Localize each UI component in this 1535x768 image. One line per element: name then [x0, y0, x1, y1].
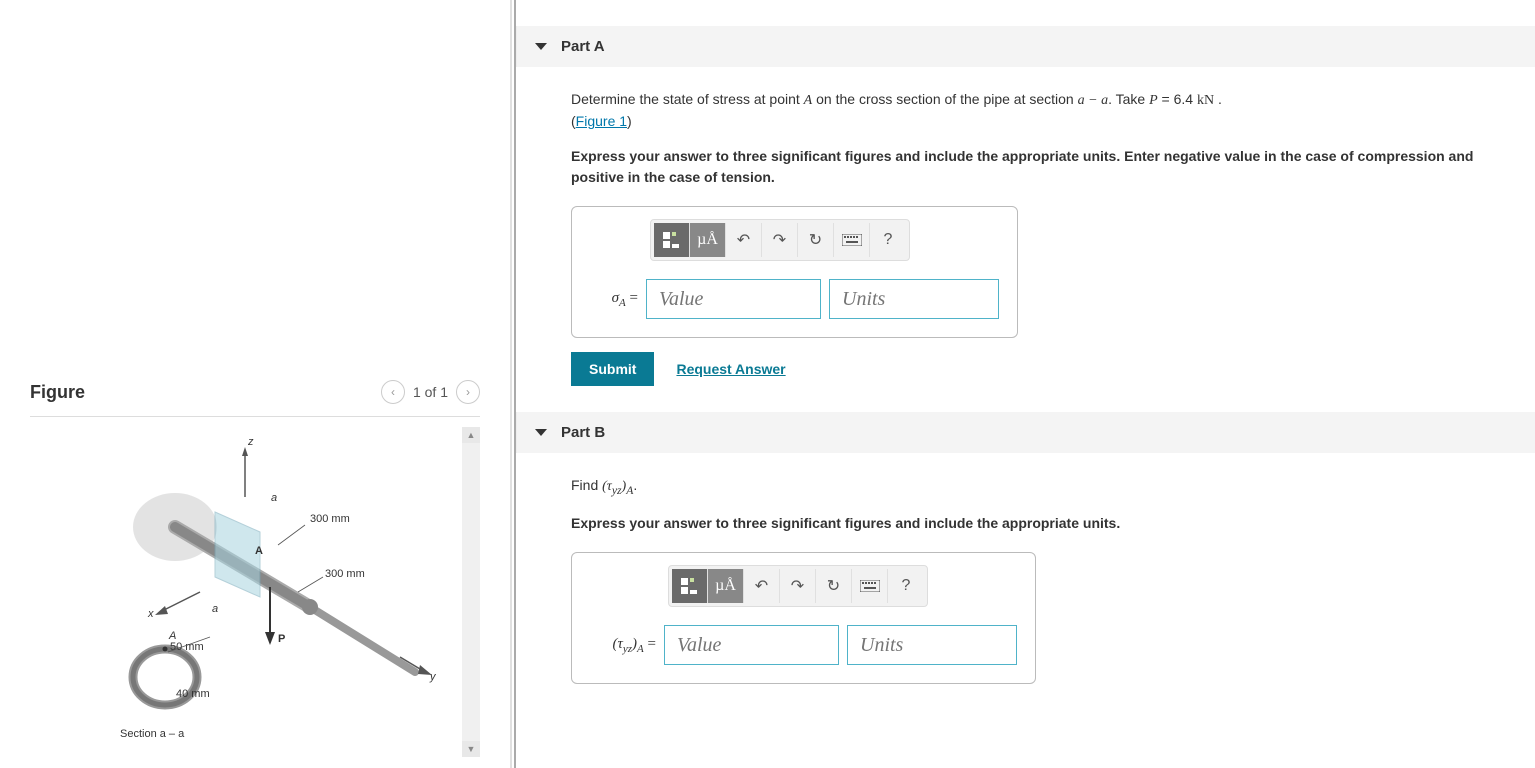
part-a-prompt: Determine the state of stress at point A… [571, 89, 1521, 132]
template-button[interactable] [654, 223, 690, 257]
svg-text:a: a [212, 603, 218, 615]
part-a-header[interactable]: Part A [516, 26, 1535, 67]
figure-diagram: z x y a a A P 300 mm 300 mm 50 mm 40 mm … [30, 427, 462, 757]
units-button[interactable]: µÅ [690, 223, 726, 257]
units-button[interactable]: µÅ [708, 569, 744, 603]
part-b-units-input[interactable] [847, 625, 1017, 665]
svg-text:a: a [271, 492, 277, 504]
svg-text:z: z [247, 437, 254, 448]
undo-button[interactable]: ↶ [744, 569, 780, 603]
help-button[interactable]: ? [888, 569, 924, 603]
svg-text:x: x [147, 608, 154, 620]
figure-panel: Figure ‹ 1 of 1 › ▲ ▼ [0, 0, 510, 768]
figure-nav-label: 1 of 1 [413, 384, 448, 400]
part-b-value-input[interactable] [664, 625, 839, 665]
question-panel: Part A Determine the state of stress at … [516, 0, 1535, 768]
part-a-answer-box: µÅ ↶ ↷ ↻ ? σA = [571, 206, 1018, 338]
part-a-title: Part A [561, 38, 605, 55]
figure-prev-button[interactable]: ‹ [381, 380, 405, 404]
part-b-prompt: Find (τyz)A. [571, 475, 1521, 499]
help-button[interactable]: ? [870, 223, 906, 257]
svg-text:300 mm: 300 mm [325, 568, 365, 580]
svg-text:Section a – a: Section a – a [120, 728, 185, 740]
part-b-answer-box: µÅ ↶ ↷ ↻ ? (τyz)A = [571, 552, 1036, 684]
scroll-down-button[interactable]: ▼ [462, 741, 480, 757]
part-a-toolbar: µÅ ↶ ↷ ↻ ? [650, 219, 910, 261]
svg-text:P: P [278, 633, 285, 645]
svg-text:40 mm: 40 mm [176, 688, 210, 700]
reset-button[interactable]: ↻ [816, 569, 852, 603]
keyboard-button[interactable] [834, 223, 870, 257]
part-a-units-input[interactable] [829, 279, 999, 319]
figure-link[interactable]: Figure 1 [576, 113, 627, 129]
keyboard-button[interactable] [852, 569, 888, 603]
tau-label: (τyz)A = [590, 636, 656, 655]
redo-button[interactable]: ↷ [780, 569, 816, 603]
svg-text:300 mm: 300 mm [310, 513, 350, 525]
svg-text:50 mm: 50 mm [170, 641, 204, 653]
template-button[interactable] [672, 569, 708, 603]
figure-next-button[interactable]: › [456, 380, 480, 404]
redo-button[interactable]: ↷ [762, 223, 798, 257]
figure-nav: ‹ 1 of 1 › [381, 380, 480, 404]
part-b-section: Part B Find (τyz)A. Express your answer … [516, 412, 1535, 684]
svg-text:A: A [168, 630, 176, 642]
reset-button[interactable]: ↻ [798, 223, 834, 257]
sigma-a-label: σA = [590, 290, 638, 309]
part-a-submit-button[interactable]: Submit [571, 352, 654, 386]
part-b-instructions: Express your answer to three significant… [571, 513, 1521, 534]
svg-text:A: A [255, 545, 263, 557]
part-a-request-answer-link[interactable]: Request Answer [676, 361, 785, 377]
part-b-header[interactable]: Part B [516, 412, 1535, 453]
caret-down-icon [535, 43, 547, 50]
part-b-title: Part B [561, 424, 605, 441]
figure-title: Figure [30, 382, 85, 403]
part-a-section: Part A Determine the state of stress at … [516, 26, 1535, 386]
caret-down-icon [535, 429, 547, 436]
part-a-value-input[interactable] [646, 279, 821, 319]
part-a-instructions: Express your answer to three significant… [571, 146, 1521, 188]
figure-body: ▲ ▼ [30, 427, 480, 757]
part-b-toolbar: µÅ ↶ ↷ ↻ ? [668, 565, 928, 607]
undo-button[interactable]: ↶ [726, 223, 762, 257]
svg-text:y: y [429, 671, 437, 683]
scroll-up-button[interactable]: ▲ [462, 427, 480, 443]
